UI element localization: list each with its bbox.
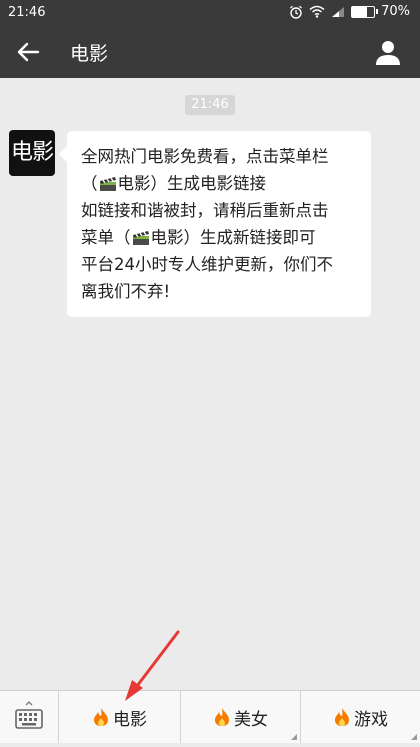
profile-icon[interactable] — [374, 38, 402, 66]
message-line: 离我们不弃! — [81, 282, 171, 301]
menu-item-label: 电影 — [113, 709, 147, 730]
message-bubble[interactable]: 全网热门电影免费看，点击菜单栏 （ 电影）生成电影链接 如链接和谐被封，请稍后重… — [59, 131, 371, 317]
clapperboard-icon — [99, 177, 116, 191]
message-line: （ 电影）生成电影链接 — [81, 174, 266, 193]
status-bar: 21:46 70% — [0, 0, 420, 26]
menu-item-games[interactable]: 游戏 — [301, 691, 420, 743]
menu-item-label: 游戏 — [354, 709, 388, 730]
submenu-indicator-icon — [291, 734, 297, 740]
message-line: 菜单（ 电影）生成新链接即可 — [81, 228, 316, 247]
signal-icon — [332, 6, 345, 17]
menu-item-label: 美女 — [234, 709, 268, 730]
fire-icon — [94, 708, 108, 726]
status-time: 21:46 — [8, 5, 46, 20]
status-icons: 70% — [289, 4, 410, 19]
keyboard-toggle-button[interactable] — [0, 691, 59, 743]
clapperboard-icon — [132, 231, 149, 245]
avatar[interactable]: 电影 — [9, 130, 55, 176]
menu-item-beauty[interactable]: 美女 — [181, 691, 301, 743]
message-line: 全网热门电影免费看，点击菜单栏 — [81, 147, 329, 166]
battery-icon — [351, 5, 379, 18]
message-line: 平台24小时专人维护更新，你们不 — [81, 255, 333, 274]
battery-fill — [352, 6, 368, 17]
battery-percent: 70% — [381, 4, 410, 19]
fire-icon — [335, 708, 349, 726]
title-bar: 电影 — [0, 26, 420, 78]
custom-menu-bar: 电影 美女 游戏 — [0, 690, 420, 743]
page-title: 电影 — [70, 43, 109, 65]
message-timestamp: 21:46 — [185, 95, 235, 115]
back-arrow-icon[interactable] — [14, 38, 44, 66]
wifi-icon — [309, 5, 325, 18]
alarm-icon — [290, 5, 303, 19]
keyboard-icon — [15, 701, 43, 729]
submenu-indicator-icon — [411, 734, 417, 740]
message-line: 如链接和谐被封，请稍后重新点击 — [81, 201, 329, 220]
fire-icon — [215, 708, 229, 726]
menu-item-movies[interactable]: 电影 — [59, 691, 181, 743]
